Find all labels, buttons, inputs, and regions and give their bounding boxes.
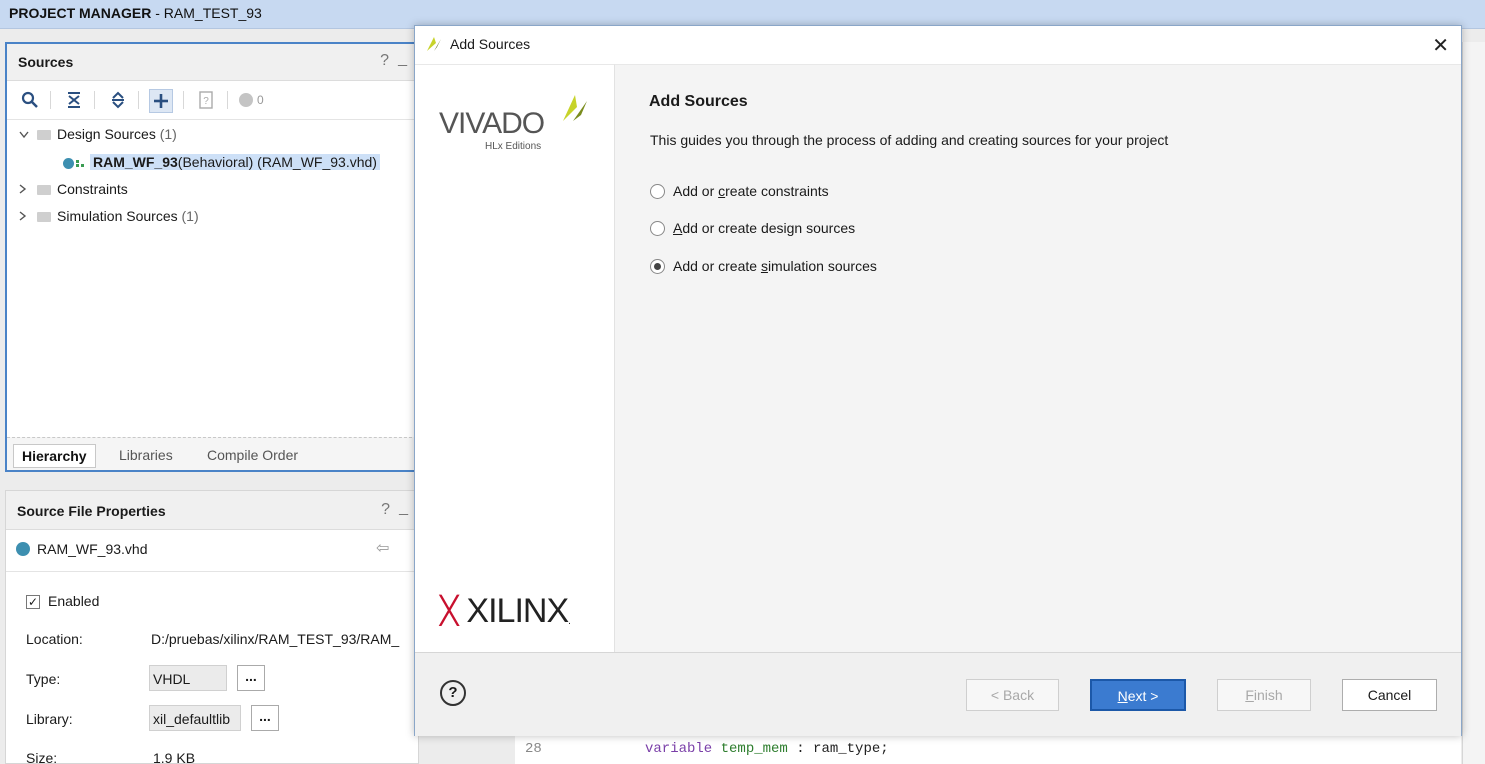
- xilinx-logo: ᚷ XILINX.: [439, 592, 571, 630]
- minimize-icon[interactable]: _: [398, 50, 407, 68]
- minimize-icon[interactable]: _: [399, 499, 408, 517]
- tab-hierarchy[interactable]: Hierarchy: [13, 444, 96, 468]
- messages-counter[interactable]: 0: [239, 89, 279, 111]
- location-row: Location: D:/pruebas/xilinx/RAM_TEST_93/…: [26, 627, 418, 651]
- tab-libraries[interactable]: Libraries: [111, 444, 181, 466]
- chevron-right-icon[interactable]: [19, 178, 33, 202]
- dialog-branding-pane: VIVADO HLx Editions ᚷ XILINX.: [415, 64, 615, 653]
- help-icon[interactable]: ?: [381, 501, 390, 519]
- size-value: 1.9 KB: [153, 750, 196, 764]
- dialog-description: This guides you through the process of a…: [650, 132, 1169, 148]
- folder-icon: [37, 212, 51, 223]
- vivado-icon: [425, 35, 443, 53]
- tree-item-design-sources[interactable]: Design Sources (1): [19, 122, 177, 146]
- sources-panel: Sources ? _ ? 0 Design Sources (1) RAM_W…: [5, 42, 419, 472]
- type-browse-button[interactable]: ...: [237, 665, 265, 691]
- file-properties-icon[interactable]: ?: [195, 89, 217, 111]
- folder-icon: [37, 130, 51, 141]
- sources-panel-title: Sources: [18, 54, 74, 70]
- library-field[interactable]: xil_defaultlib: [149, 705, 241, 731]
- dialog-title: Add Sources: [450, 36, 531, 52]
- type-row: Type: VHDL ...: [26, 665, 418, 691]
- properties-file-name: RAM_WF_93.vhd: [37, 541, 148, 557]
- background-editor-edge: [1462, 42, 1485, 764]
- file-status-icon: [16, 542, 30, 556]
- finish-button[interactable]: Finish: [1217, 679, 1311, 711]
- search-icon[interactable]: [19, 89, 41, 111]
- back-button[interactable]: < Back: [966, 679, 1059, 711]
- code-text: variable temp_mem : ram_type;: [645, 741, 889, 757]
- tree-item-ram-wf-93[interactable]: RAM_WF_93(Behavioral) (RAM_WF_93.vhd): [63, 150, 380, 174]
- sources-tree: Design Sources (1) RAM_WF_93(Behavioral)…: [7, 120, 417, 430]
- module-tree-icon: [76, 158, 84, 168]
- hlx-editions-label: HLx Editions: [485, 141, 542, 152]
- folder-icon: [37, 185, 51, 196]
- app-title: PROJECT MANAGER - RAM_TEST_93: [9, 5, 262, 21]
- help-icon[interactable]: ?: [380, 52, 389, 70]
- dialog-heading: Add Sources: [649, 93, 748, 110]
- type-field[interactable]: VHDL: [149, 665, 227, 691]
- next-button[interactable]: Next >: [1090, 679, 1186, 711]
- dialog-footer: ? < Back Next > Finish Cancel: [415, 652, 1461, 736]
- tree-item-simulation-sources[interactable]: Simulation Sources (1): [19, 204, 199, 228]
- status-dot-icon: [239, 93, 253, 107]
- hierarchy-module-icon: [63, 157, 74, 169]
- size-row: Size: 1.9 KB: [26, 746, 418, 764]
- add-sources-dialog: Add Sources ✕ VIVADO HLx Editions ᚷ XILIN…: [414, 25, 1462, 736]
- dialog-content: Add Sources This guides you through the …: [615, 64, 1461, 653]
- add-sources-icon[interactable]: [149, 89, 173, 113]
- library-browse-button[interactable]: ...: [251, 705, 279, 731]
- close-icon[interactable]: ✕: [1432, 33, 1449, 58]
- properties-file-bar: RAM_WF_93.vhd ⇦: [6, 529, 418, 572]
- xilinx-mark-icon: ᚷ: [439, 592, 459, 630]
- radio-add-simulation-sources[interactable]: Add or create simulation sources: [650, 255, 877, 277]
- enabled-checkbox[interactable]: ✓ Enabled: [26, 589, 99, 613]
- sources-panel-header: Sources ? _: [7, 44, 417, 81]
- cancel-button[interactable]: Cancel: [1342, 679, 1437, 711]
- tab-compile-order[interactable]: Compile Order: [199, 444, 306, 466]
- vivado-logo: VIVADO: [439, 107, 545, 140]
- svg-text:?: ?: [203, 96, 209, 107]
- background-code-line: 28 variable temp_mem : ram_type;: [515, 736, 1461, 764]
- radio-button[interactable]: [650, 183, 665, 199]
- tree-item-constraints[interactable]: Constraints: [19, 177, 128, 201]
- help-button[interactable]: ?: [440, 680, 466, 706]
- radio-button[interactable]: [650, 220, 665, 236]
- source-file-properties-panel: Source File Properties ? _ RAM_WF_93.vhd…: [5, 490, 419, 764]
- sources-toolbar: ? 0: [7, 81, 417, 120]
- properties-panel-header: Source File Properties ? _: [6, 491, 418, 530]
- dialog-title-bar: Add Sources ✕: [415, 26, 1461, 64]
- radio-add-design-sources[interactable]: Add or create design sources: [650, 217, 855, 239]
- expand-all-icon[interactable]: [107, 89, 129, 111]
- radio-button-selected[interactable]: [650, 258, 665, 274]
- line-number: 28: [525, 741, 542, 757]
- library-row: Library: xil_defaultlib ...: [26, 705, 418, 731]
- chevron-right-icon[interactable]: [19, 205, 33, 229]
- back-arrow-icon[interactable]: ⇦: [376, 538, 389, 558]
- sources-tabs: Hierarchy Libraries Compile Order: [7, 437, 417, 470]
- chevron-down-icon[interactable]: [19, 123, 33, 147]
- vivado-leaf-icon: [561, 93, 589, 126]
- properties-panel-title: Source File Properties: [17, 503, 166, 519]
- location-value: D:/pruebas/xilinx/RAM_TEST_93/RAM_: [151, 631, 400, 647]
- collapse-all-icon[interactable]: [63, 89, 85, 111]
- radio-add-constraints[interactable]: Add or create constraints: [650, 180, 829, 202]
